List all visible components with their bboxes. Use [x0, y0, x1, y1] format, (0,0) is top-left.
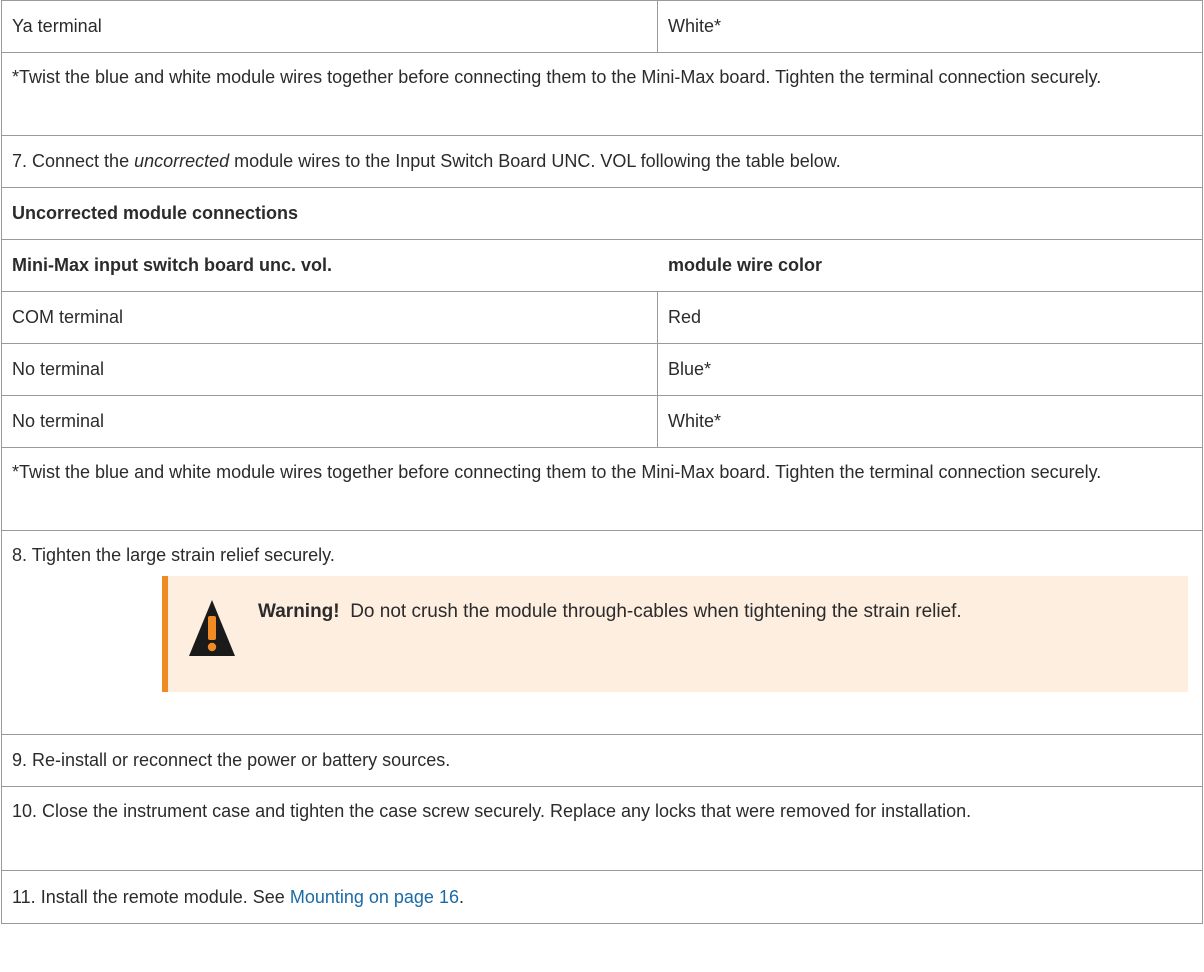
- table-title-row: Uncorrected module connections: [1, 188, 1203, 240]
- step-11: 11. Install the remote module. See Mount…: [2, 883, 474, 912]
- warning-text: Do not crush the module through-cables w…: [350, 601, 962, 622]
- column-header-wire-color: module wire color: [668, 255, 823, 275]
- instructions-document: Ya terminal White* *Twist the blue and w…: [1, 0, 1203, 924]
- step-7-suffix: module wires to the Input Switch Board U…: [229, 151, 841, 171]
- mounting-page-link[interactable]: Mounting on page 16: [290, 887, 459, 907]
- column-header-terminal: Mini-Max input switch board unc. vol.: [12, 255, 333, 275]
- wire-color-cell: Red: [668, 307, 702, 327]
- note-row: *Twist the blue and white module wires t…: [1, 448, 1203, 531]
- step-7: 7. Connect the uncorrected module wires …: [2, 147, 851, 176]
- terminal-cell: No terminal: [2, 344, 658, 395]
- terminal-cell: COM terminal: [2, 292, 658, 343]
- table-title: Uncorrected module connections: [12, 203, 299, 223]
- warning-message: Warning! Do not crush the module through…: [258, 590, 962, 692]
- wire-color-cell: White*: [668, 16, 722, 36]
- step-row: 7. Connect the uncorrected module wires …: [1, 136, 1203, 188]
- step-8: 8. Tighten the large strain relief secur…: [12, 545, 335, 565]
- step-7-emphasis: uncorrected: [134, 151, 230, 171]
- wire-color-cell: White*: [668, 411, 722, 431]
- warning-callout: Warning! Do not crush the module through…: [162, 576, 1188, 692]
- step-10: 10. Close the instrument case and tighte…: [12, 801, 972, 821]
- table-row: No terminal White*: [1, 396, 1203, 448]
- step-11-prefix: 11. Install the remote module. See: [12, 886, 290, 907]
- step-row: 11. Install the remote module. See Mount…: [1, 871, 1203, 924]
- step-row: 9. Re-install or reconnect the power or …: [1, 735, 1203, 787]
- warning-callout-wrapper: Warning! Do not crush the module through…: [2, 570, 1202, 704]
- step-row: 8. Tighten the large strain relief secur…: [1, 531, 1203, 735]
- twist-note: *Twist the blue and white module wires t…: [12, 67, 1102, 87]
- table-row: Ya terminal White*: [1, 0, 1203, 53]
- note-row: *Twist the blue and white module wires t…: [1, 53, 1203, 136]
- wire-color-cell: Blue*: [668, 359, 712, 379]
- table-row: COM terminal Red: [1, 292, 1203, 344]
- terminal-cell: No terminal: [2, 396, 658, 447]
- terminal-cell: Ya terminal: [2, 1, 658, 52]
- warning-label: Warning!: [258, 601, 340, 622]
- table-header-row: Mini-Max input switch board unc. vol. mo…: [1, 240, 1203, 292]
- twist-note: *Twist the blue and white module wires t…: [12, 462, 1102, 482]
- step-11-suffix: .: [458, 886, 464, 907]
- step-9: 9. Re-install or reconnect the power or …: [12, 750, 451, 770]
- warning-triangle-icon: [189, 600, 235, 656]
- step-7-prefix: 7. Connect the: [12, 151, 135, 171]
- table-row: No terminal Blue*: [1, 344, 1203, 396]
- step-row: 10. Close the instrument case and tighte…: [1, 787, 1203, 871]
